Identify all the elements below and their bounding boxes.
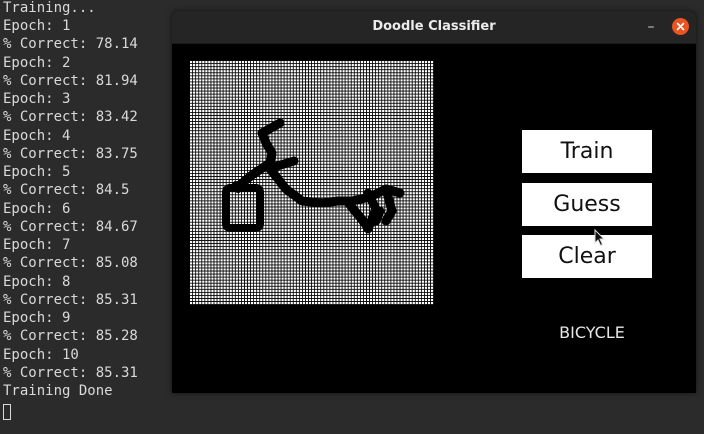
terminal-line: Epoch: 10 bbox=[3, 347, 79, 363]
terminal-line: % Correct: 84.5 bbox=[3, 182, 130, 198]
terminal-line: Epoch: 7 bbox=[3, 237, 71, 253]
terminal-line: Epoch: 6 bbox=[3, 201, 71, 217]
terminal-line: Epoch: 5 bbox=[3, 164, 71, 180]
terminal-line: % Correct: 84.67 bbox=[3, 219, 138, 235]
prediction-label: BICYCLE bbox=[559, 323, 625, 342]
terminal-line: Training... bbox=[3, 0, 96, 16]
train-button[interactable]: Train bbox=[522, 130, 652, 173]
terminal-line: % Correct: 81.94 bbox=[3, 73, 138, 89]
terminal-cursor bbox=[3, 404, 11, 420]
terminal-line: Epoch: 4 bbox=[3, 128, 71, 144]
terminal-line: % Correct: 85.31 bbox=[3, 292, 138, 308]
terminal-line: Epoch: 1 bbox=[3, 18, 71, 34]
terminal-line: Epoch: 8 bbox=[3, 274, 71, 290]
drawing-canvas[interactable] bbox=[190, 61, 434, 305]
terminal-line: % Correct: 83.42 bbox=[3, 109, 138, 125]
minimize-button[interactable]: – bbox=[643, 19, 659, 35]
terminal-line: Epoch: 9 bbox=[3, 310, 71, 326]
terminal-line: Training Done bbox=[3, 383, 113, 399]
terminal-line: % Correct: 78.14 bbox=[3, 36, 138, 52]
doodle-classifier-window: Doodle Classifier – Train Guess Clear BI… bbox=[172, 11, 696, 393]
terminal-line: % Correct: 85.31 bbox=[3, 365, 138, 381]
terminal-line: Epoch: 3 bbox=[3, 91, 71, 107]
terminal-line: % Correct: 85.08 bbox=[3, 255, 138, 271]
close-button[interactable] bbox=[672, 18, 689, 35]
terminal-line: Epoch: 2 bbox=[3, 55, 71, 71]
close-icon bbox=[676, 22, 685, 31]
terminal-line: % Correct: 85.28 bbox=[3, 328, 138, 344]
guess-button[interactable]: Guess bbox=[522, 183, 652, 226]
mouse-pointer-icon bbox=[594, 229, 606, 247]
window-title: Doodle Classifier bbox=[372, 19, 496, 34]
terminal-line: % Correct: 83.75 bbox=[3, 146, 138, 162]
clear-button[interactable]: Clear bbox=[522, 235, 652, 278]
window-titlebar[interactable]: Doodle Classifier – bbox=[172, 11, 696, 44]
